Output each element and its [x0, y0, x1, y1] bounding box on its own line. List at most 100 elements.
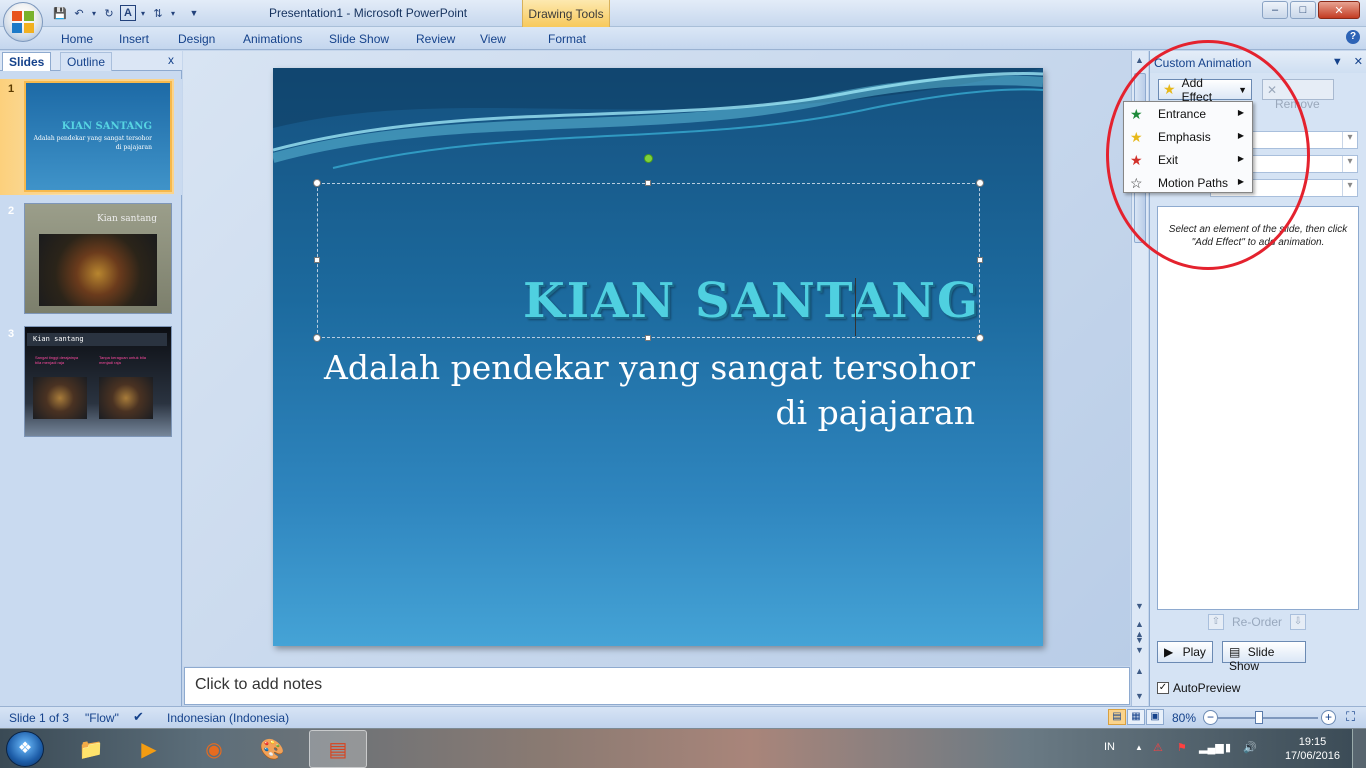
tab-animations[interactable]: Animations — [243, 32, 302, 46]
zoom-in-icon[interactable]: + — [1321, 710, 1336, 725]
volume-icon[interactable]: 🔊 — [1243, 741, 1257, 754]
slide-edit-area[interactable]: KIAN SANTANG Adalah pendekar yang sangat… — [183, 51, 1130, 666]
slide-subtitle[interactable]: Adalah pendekar yang sangat tersohor di … — [295, 345, 975, 435]
office-button[interactable] — [3, 2, 43, 42]
save-icon[interactable]: 💾 — [52, 5, 68, 21]
media-player-icon[interactable]: ▶ — [120, 730, 178, 768]
text-box-icon[interactable]: A — [120, 5, 136, 21]
paint-icon[interactable]: 🎨 — [243, 730, 301, 768]
show-desktop-button[interactable] — [1352, 729, 1366, 768]
text-direction-dropdown-icon[interactable]: ▾ — [169, 5, 177, 21]
menu-item-emphasis[interactable]: ★ Emphasis ▶ — [1124, 126, 1252, 149]
resize-handle[interactable] — [314, 257, 320, 263]
slide-thumbnail-2[interactable]: Kian santang — [24, 203, 172, 314]
undo-icon[interactable]: ↶ — [71, 5, 87, 21]
maximize-button[interactable]: □ — [1290, 1, 1316, 19]
tab-slides[interactable]: Slides — [2, 52, 52, 71]
autopreview-checkbox[interactable]: ✓ AutoPreview — [1157, 681, 1240, 695]
scroll-up-icon[interactable]: ▲ — [1135, 55, 1144, 65]
slide-thumbnail-row[interactable]: 2 Kian santang — [0, 201, 182, 317]
scroll-up-icon[interactable]: ▲ — [1135, 666, 1144, 676]
zoom-out-icon[interactable]: − — [1203, 710, 1218, 725]
move-up-icon[interactable]: ⇧ — [1208, 614, 1224, 630]
add-effect-button[interactable]: ★ Add Effect ▼ — [1158, 76, 1252, 104]
customize-qat-icon[interactable]: ▼ — [186, 5, 202, 21]
remove-icon: ✕ — [1267, 83, 1278, 97]
firefox-icon[interactable]: ◉ — [185, 730, 243, 768]
tab-review[interactable]: Review — [416, 32, 455, 46]
next-slide-icon[interactable]: ▼ ▼ — [1135, 635, 1144, 655]
scroll-down-icon[interactable]: ▼ — [1135, 601, 1144, 611]
menu-item-entrance[interactable]: ★ Entrance ▶ — [1124, 103, 1252, 126]
scroll-down-icon[interactable]: ▼ — [1135, 691, 1144, 701]
clock[interactable]: 19:15 17/06/2016 — [1285, 735, 1340, 763]
file-explorer-icon[interactable]: 📁 — [62, 730, 120, 768]
menu-item-motion-paths[interactable]: ☆ Motion Paths ▶ — [1124, 172, 1252, 195]
show-hidden-icons-icon[interactable]: ▲ — [1135, 743, 1143, 752]
remove-button[interactable]: ✕ Remove — [1262, 79, 1334, 111]
remove-label: Remove — [1275, 97, 1320, 111]
flag-icon[interactable]: ⚑ — [1177, 741, 1187, 754]
play-button[interactable]: ▶ Play — [1157, 641, 1213, 663]
fit-to-window-icon[interactable]: ⛶ — [1346, 709, 1355, 725]
text-box-dropdown-icon[interactable]: ▾ — [139, 5, 147, 21]
tab-format[interactable]: Format — [548, 32, 586, 46]
resize-handle[interactable] — [976, 179, 984, 187]
tab-slide-show[interactable]: Slide Show — [329, 32, 389, 46]
close-button[interactable]: ✕ — [1318, 1, 1360, 19]
pane-options-icon[interactable]: ▼ — [1332, 56, 1343, 68]
tab-insert[interactable]: Insert — [119, 32, 149, 46]
resize-handle[interactable] — [645, 180, 651, 186]
checkbox-check-icon[interactable]: ✓ — [1157, 682, 1169, 694]
zoom-slider[interactable] — [1218, 717, 1318, 719]
slide-thumbnail-3[interactable]: Kian santang Sangat tinggi derajatnya bi… — [24, 326, 172, 437]
slide-thumbnail-row[interactable]: 3 Kian santang Sangat tinggi derajatnya … — [0, 324, 182, 440]
resize-handle[interactable] — [313, 334, 321, 342]
resize-handle[interactable] — [313, 179, 321, 187]
move-down-icon[interactable]: ⇩ — [1290, 614, 1307, 630]
animation-hint: Select an element of the slide, then cli… — [1168, 224, 1348, 248]
resize-handle[interactable] — [645, 335, 651, 341]
system-tray: IN ▲ ⚠ ⚑ ▂▄▆ ▮ 🔊 19:15 17/06/2016 — [1091, 729, 1366, 768]
antivirus-icon[interactable]: ⚠ — [1153, 741, 1163, 754]
tab-outline[interactable]: Outline — [60, 52, 113, 71]
slide-show-button[interactable]: ▤ Slide Show — [1222, 641, 1306, 673]
animation-list[interactable]: Select an element of the slide, then cli… — [1157, 206, 1359, 610]
notes-pane[interactable]: Click to add notes — [184, 667, 1130, 705]
resize-handle[interactable] — [976, 334, 984, 342]
slide-thumbnail-row[interactable]: 1 KIAN SANTANG Adalah pendekar yang sang… — [0, 79, 182, 195]
minimize-button[interactable]: – — [1262, 1, 1288, 19]
chevron-down-icon: ▼ — [1238, 84, 1247, 95]
slide-canvas[interactable]: KIAN SANTANG Adalah pendekar yang sangat… — [273, 68, 1043, 646]
slide-show-view-icon[interactable]: ▣ — [1146, 709, 1164, 725]
rotation-handle[interactable] — [644, 154, 653, 163]
input-language[interactable]: IN — [1104, 741, 1115, 753]
close-panel-icon[interactable]: x — [168, 53, 174, 67]
slide-title[interactable]: KIAN SANTANG — [523, 273, 980, 329]
quick-access-toolbar: 💾 ↶ ▾ ↻ A ▾ ⇅ ▾ ▼ — [52, 5, 205, 21]
submenu-arrow-icon: ▶ — [1237, 131, 1244, 140]
tab-design[interactable]: Design — [178, 32, 215, 46]
text-direction-icon[interactable]: ⇅ — [150, 5, 166, 21]
language-status[interactable]: Indonesian (Indonesia) — [167, 711, 289, 725]
slide-sorter-view-icon[interactable]: ▦ — [1127, 709, 1145, 725]
battery-icon[interactable]: ▮ — [1225, 741, 1231, 754]
tab-view[interactable]: View — [480, 32, 506, 46]
zoom-slider-thumb[interactable] — [1255, 711, 1263, 724]
spelling-check-icon[interactable]: ✔ — [133, 709, 144, 725]
autopreview-label: AutoPreview — [1173, 681, 1241, 695]
slide-thumbnail-1[interactable]: KIAN SANTANG Adalah pendekar yang sangat… — [24, 81, 172, 192]
help-icon[interactable]: ? — [1346, 30, 1360, 44]
undo-dropdown-icon[interactable]: ▾ — [90, 5, 98, 21]
signal-icon[interactable]: ▂▄▆ — [1199, 741, 1224, 754]
start-button[interactable]: ❖ — [6, 731, 44, 767]
redo-icon[interactable]: ↻ — [101, 5, 117, 21]
tab-home[interactable]: Home — [61, 32, 93, 46]
pane-close-icon[interactable]: ✕ — [1354, 56, 1363, 68]
normal-view-icon[interactable]: ▤ — [1108, 709, 1126, 725]
menu-item-exit[interactable]: ★ Exit ▶ — [1124, 149, 1252, 172]
resize-handle[interactable] — [977, 257, 983, 263]
zoom-level[interactable]: 80% — [1172, 711, 1196, 725]
submenu-arrow-icon: ▶ — [1237, 154, 1244, 163]
powerpoint-taskbar-icon[interactable]: ▤ — [309, 730, 367, 768]
